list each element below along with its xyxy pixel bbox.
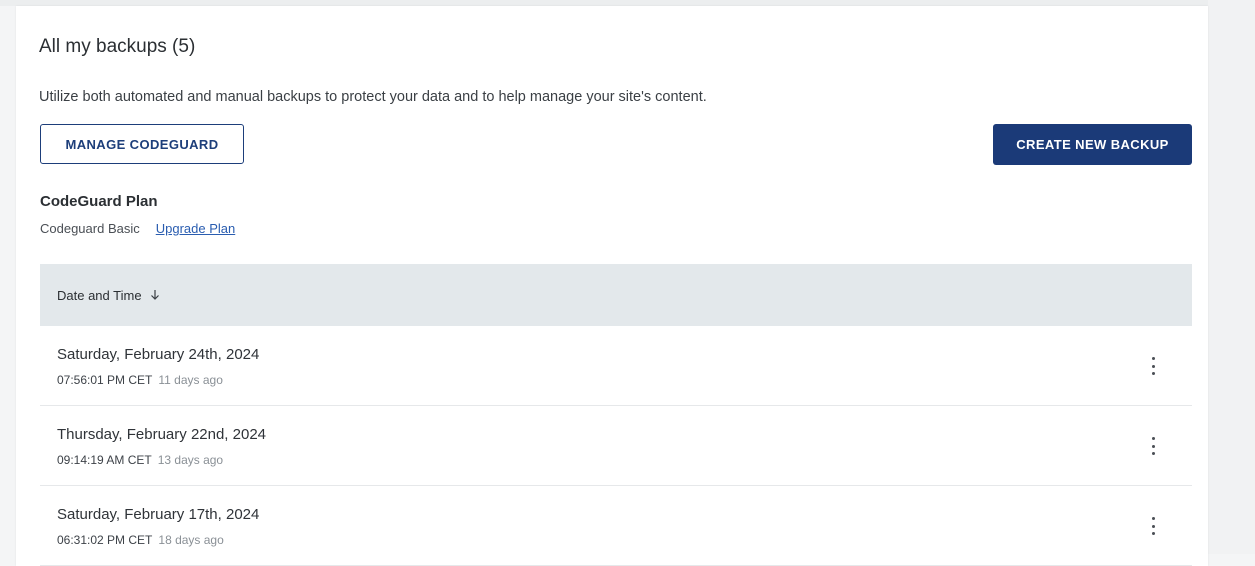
plan-name: Codeguard Basic xyxy=(40,221,140,236)
more-vertical-icon[interactable] xyxy=(1146,435,1160,457)
backup-date: Thursday, February 22nd, 2024 xyxy=(57,426,267,443)
table-row: Saturday, February 17th, 2024 06:31:02 P… xyxy=(40,486,1192,566)
right-gutter xyxy=(1208,0,1255,554)
backup-age: 18 days ago xyxy=(158,533,224,547)
more-vertical-icon[interactable] xyxy=(1146,355,1160,377)
create-new-backup-button[interactable]: CREATE NEW BACKUP xyxy=(993,124,1192,165)
backup-time: 09:14:19 AM CET 13 days ago xyxy=(57,453,223,467)
backups-description: Utilize both automated and manual backup… xyxy=(39,89,707,105)
more-vertical-icon[interactable] xyxy=(1146,515,1160,537)
backup-time-value: 06:31:02 PM CET xyxy=(57,533,153,547)
table-header: Date and Time xyxy=(40,264,1192,326)
arrow-down-icon[interactable] xyxy=(150,289,160,301)
page-title: All my backups (5) xyxy=(39,36,196,57)
backup-time: 06:31:02 PM CET 18 days ago xyxy=(57,533,224,547)
backup-time: 07:56:01 PM CET 11 days ago xyxy=(57,373,223,387)
backup-date: Saturday, February 17th, 2024 xyxy=(57,506,260,523)
backup-time-value: 09:14:19 AM CET xyxy=(57,453,152,467)
column-header-date-time[interactable]: Date and Time xyxy=(57,288,142,303)
backup-time-value: 07:56:01 PM CET xyxy=(57,373,153,387)
backups-table: Date and Time Saturday, February 24th, 2… xyxy=(40,264,1192,566)
backup-age: 11 days ago xyxy=(158,373,223,387)
manage-codeguard-button[interactable]: MANAGE CODEGUARD xyxy=(40,124,244,164)
backups-card: All my backups (5) Utilize both automate… xyxy=(16,6,1208,566)
plan-heading: CodeGuard Plan xyxy=(40,193,158,210)
table-row: Thursday, February 22nd, 2024 09:14:19 A… xyxy=(40,406,1192,486)
table-row: Saturday, February 24th, 2024 07:56:01 P… xyxy=(40,326,1192,406)
plan-info: Codeguard Basic Upgrade Plan xyxy=(40,221,235,236)
backup-date: Saturday, February 24th, 2024 xyxy=(57,346,260,363)
backup-age: 13 days ago xyxy=(157,453,224,467)
upgrade-plan-link[interactable]: Upgrade Plan xyxy=(156,221,236,236)
